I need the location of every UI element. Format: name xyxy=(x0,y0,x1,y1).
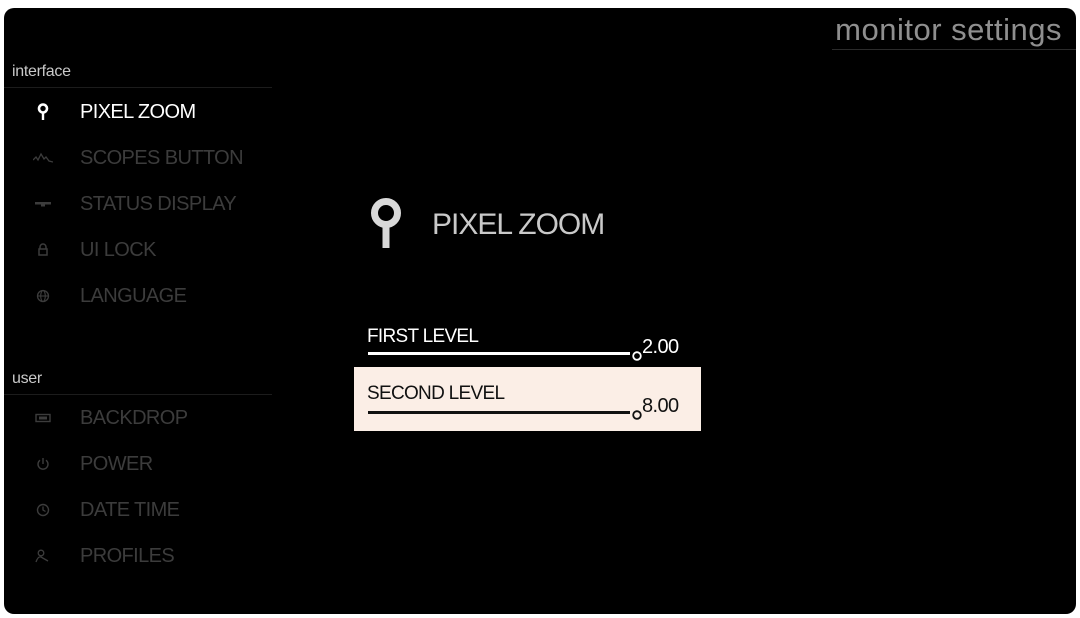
detail-title: PIXEL ZOOM xyxy=(432,208,605,241)
sidebar-item-profiles[interactable]: PROFILES xyxy=(32,539,272,573)
sidebar-item-language[interactable]: LANGUAGE xyxy=(32,279,272,313)
sidebar-item-label: LANGUAGE xyxy=(80,284,187,307)
sidebar-item-scopes-button[interactable]: SCOPES BUTTON xyxy=(32,141,272,175)
page-title: monitor settings xyxy=(835,12,1062,47)
setting-second-level[interactable]: SECOND LEVEL 8.00 xyxy=(354,367,701,431)
slider-track[interactable] xyxy=(368,352,630,355)
sidebar-item-label: BACKDROP xyxy=(80,406,188,429)
setting-value: 8.00 xyxy=(642,395,679,417)
profile-icon xyxy=(32,545,54,567)
sidebar-item-label: UI LOCK xyxy=(80,238,156,261)
clock-icon xyxy=(32,499,54,521)
setting-first-level[interactable]: FIRST LEVEL 2.00 xyxy=(354,311,701,375)
sidebar-item-backdrop[interactable]: BACKDROP xyxy=(32,401,272,435)
sidebar-item-label: POWER xyxy=(80,452,153,475)
sidebar-item-label: PIXEL ZOOM xyxy=(80,100,196,123)
lock-icon xyxy=(32,239,54,261)
sidebar-item-label: PROFILES xyxy=(80,544,175,567)
section-label-user: user xyxy=(12,370,42,387)
slider-track[interactable] xyxy=(368,411,630,414)
sidebar-item-status-display[interactable]: STATUS DISPLAY xyxy=(32,187,272,221)
sidebar-item-pixel-zoom[interactable]: PIXEL ZOOM xyxy=(32,95,272,129)
waveform-icon xyxy=(32,147,54,169)
sidebar-item-label: SCOPES BUTTON xyxy=(80,146,244,169)
pin-icon xyxy=(32,101,54,123)
header-divider xyxy=(832,49,1076,50)
status-bar-icon xyxy=(32,193,54,215)
sidebar-item-label: DATE TIME xyxy=(80,498,180,521)
pin-icon xyxy=(368,196,408,256)
sidebar-item-ui-lock[interactable]: UI LOCK xyxy=(32,233,272,267)
backdrop-icon xyxy=(32,407,54,429)
setting-label: FIRST LEVEL xyxy=(367,326,479,347)
section-label-interface: interface xyxy=(12,63,71,80)
section-divider xyxy=(4,87,272,88)
globe-icon xyxy=(32,285,54,307)
section-divider xyxy=(4,394,272,395)
monitor-settings-screen: monitor settings interface PIXEL ZOOM SC… xyxy=(4,8,1076,614)
setting-label: SECOND LEVEL xyxy=(367,383,505,404)
sidebar-item-power[interactable]: POWER xyxy=(32,447,272,481)
setting-value: 2.00 xyxy=(642,336,679,358)
power-icon xyxy=(32,453,54,475)
sidebar-item-label: STATUS DISPLAY xyxy=(80,192,237,215)
sidebar-item-date-time[interactable]: DATE TIME xyxy=(32,493,272,527)
